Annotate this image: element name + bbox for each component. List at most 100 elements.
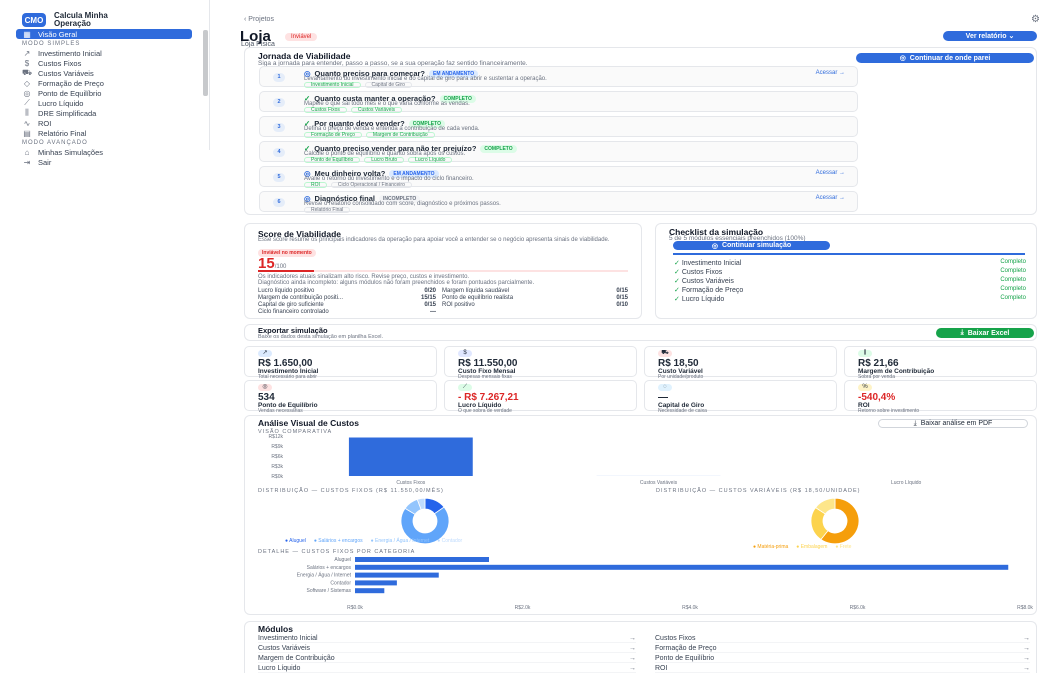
step-module-chip[interactable]: Ciclo Operacional / Financeiro — [330, 182, 412, 188]
module-link[interactable]: Formação de Preço → — [655, 645, 1030, 653]
y-tick-label: R$12k — [269, 434, 284, 440]
module-link[interactable]: Custos Fixos → — [655, 635, 1030, 643]
sidebar-item-bars[interactable]: ⫼ DRE Simplificada — [16, 108, 192, 118]
step-module-chip[interactable]: Lucro Bruto — [364, 157, 405, 163]
check-icon: ✓ — [674, 269, 680, 276]
module-link[interactable]: ROI → — [655, 665, 1030, 673]
kpi-sub: Retorno sobre investimento — [858, 408, 920, 414]
checklist-item[interactable]: ✓ Lucro Líquido Completo — [674, 295, 1026, 303]
sidebar-item-logout[interactable]: ⇥ Sair — [16, 157, 192, 167]
y-tick-label: R$0k — [271, 474, 283, 480]
sidebar-item-trend[interactable]: ↗ Investimento Inicial — [16, 48, 192, 58]
journey-step[interactable]: 2 ✓ Quanto custa manter a operação? COMPLET… — [259, 91, 858, 113]
checklist-item[interactable]: ✓ Investimento Inicial Completo — [674, 259, 1026, 267]
sidebar-item-report[interactable]: ▤ Relatório Final — [16, 128, 192, 138]
sidebar-item-target[interactable]: ◎ Ponto de Equilíbrio — [16, 88, 192, 98]
modules-title: Módulos — [258, 624, 293, 634]
sidebar-item-folder[interactable]: ⌂ Minhas Simulações — [16, 147, 192, 157]
chart-icon: ⟋ — [24, 98, 30, 107]
export-subtitle: Baixe os dados desta simulação em planil… — [258, 334, 384, 340]
step-access-link[interactable]: Acessar → — [816, 195, 845, 201]
step-module-chip[interactable]: Margem de Contribuição — [365, 132, 435, 138]
category-label: Salários + encargos — [307, 565, 352, 571]
kpi-icon: ◎ — [258, 384, 272, 391]
continue-button[interactable]: ◎ Continuar de onde parei — [856, 53, 1034, 63]
module-link[interactable]: Ponto de Equilíbrio → — [655, 655, 1030, 663]
continue-label: Continuar de onde parei — [909, 54, 991, 62]
kpi-card: ↗ R$ 1.650,00 Investimento Inicial Total ne… — [244, 346, 437, 380]
kpi-sub: Vendas necessárias — [258, 408, 303, 414]
module-link[interactable]: Investimento Inicial → — [258, 635, 636, 643]
analysis-card: Análise Visual de Custos ⤓ Baixar análise… — [244, 415, 1037, 615]
report-button[interactable]: Ver relatório ⌄ — [943, 31, 1037, 41]
x-tick-label: R$6.0k — [850, 605, 866, 611]
kpi-icon: ⫼ — [858, 350, 872, 357]
sidebar-item-chart[interactable]: ⟋ Lucro Líquido — [16, 98, 192, 108]
step-module-chip[interactable]: Custos Variáveis — [350, 107, 403, 113]
step-module-chip[interactable]: ROI — [304, 182, 327, 188]
export-card: Exportar simulação Baixe os dados desta … — [244, 324, 1037, 341]
sidebar-item-tag[interactable]: ◇ Formação de Preço — [16, 78, 192, 88]
score-criterion: Margem de contribuição positi... 15/15 — [258, 295, 436, 301]
legend-item: ● Salários + encargos — [313, 538, 363, 544]
arrow-right-icon: → — [1023, 645, 1030, 652]
breadcrumb[interactable]: ‹ Projetos — [244, 16, 274, 23]
kpi-icon: ◌ — [658, 384, 672, 391]
fixed-costs-detail-chart: Aluguel Salários + encargosEnergia / Água… — [297, 557, 1033, 611]
journey-step[interactable]: 1 ◎ Quanto preciso para começar? EM ANDAMEN… — [259, 66, 858, 88]
grid-icon: ▦ — [23, 29, 31, 39]
sidebar-item-cart[interactable]: ⛟ Custos Variáveis — [16, 68, 192, 78]
sidebar-item-pulse[interactable]: ∿ ROI — [16, 118, 192, 128]
sidebar-item-label: Custos Variáveis — [38, 68, 94, 78]
journey-step[interactable]: 5 ◎ Meu dinheiro volta? EM ANDAMENTO Avalie … — [259, 166, 858, 188]
checklist-item[interactable]: ✓ Custos Fixos Completo — [674, 268, 1026, 276]
legend-item: ● Contador — [437, 538, 463, 544]
sidebar-item-label: DRE Simplificada — [38, 108, 97, 118]
journey-step[interactable]: 6 ◎ Diagnóstico final INCOMPLETO Revise o re… — [259, 191, 858, 213]
x-tick-label: R$8.0k — [1017, 605, 1033, 611]
sidebar-scrollbar[interactable] — [203, 30, 208, 96]
module-link[interactable]: Margem de Contribuição → — [258, 655, 636, 663]
pdf-button[interactable]: ⤓ Baixar análise em PDF — [878, 419, 1028, 428]
y-tick-label: R$6k — [271, 454, 283, 460]
step-module-chip[interactable]: Relatório Final — [304, 207, 351, 213]
checklist-item[interactable]: ✓ Custos Variáveis Completo — [674, 277, 1026, 285]
continue-simulation-button[interactable]: ◎ Continuar simulação — [673, 241, 830, 250]
sidebar-section-1: MODO SIMPLES — [22, 40, 81, 47]
step-module-chip[interactable]: Capital de Giro — [364, 82, 412, 88]
category-bar — [355, 557, 489, 562]
sidebar-item-label: Custos Fixos — [38, 58, 82, 68]
legend-item: ● Matéria-prima — [753, 544, 789, 550]
score-incomplete-note: Diagnóstico ainda incompleto: alguns mód… — [258, 280, 535, 286]
arrow-right-icon: → — [629, 645, 636, 652]
journey-step[interactable]: 4 ✓ Quanto preciso vender para não ter pre… — [259, 141, 858, 163]
download-icon: ⤓ — [960, 329, 964, 336]
step-status-badge: COMPLETO — [480, 144, 517, 153]
checklist-item[interactable]: ✓ Formação de Preço Completo — [674, 286, 1026, 294]
score-bar — [258, 270, 628, 272]
step-access-link[interactable]: Acessar → — [816, 70, 845, 76]
settings-icon[interactable]: ⚙ — [1031, 14, 1040, 25]
journey-step[interactable]: 3 ✓ Por quanto devo vender? COMPLETO Defina … — [259, 116, 858, 138]
step-module-chip[interactable]: Lucro Líquido — [408, 157, 453, 163]
tag-icon: ◇ — [23, 78, 31, 88]
y-tick-label: R$3k — [271, 464, 283, 470]
sidebar-nav: ▦ Visão Geral MODO SIMPLES ↗ Investimento In… — [16, 29, 192, 167]
step-module-chip[interactable]: Investimento Inicial — [304, 82, 361, 88]
step-module-chip[interactable]: Ponto de Equilíbrio — [304, 157, 361, 163]
folder-icon: ⌂ — [24, 147, 30, 157]
excel-button[interactable]: ⤓ Baixar Excel — [936, 328, 1034, 338]
sidebar-item-grid[interactable]: ▦ Visão Geral — [16, 29, 192, 39]
step-module-chip[interactable]: Custos Fixos — [304, 107, 347, 113]
x-tick-label: R$4.0k — [682, 605, 698, 611]
module-link[interactable]: Lucro Líquido → — [258, 665, 636, 673]
category-bar — [355, 580, 397, 586]
check-icon: ✓ — [674, 260, 680, 267]
step-module-chip[interactable]: Formação de Preço — [304, 132, 362, 138]
step-access-link[interactable]: Acessar → — [816, 170, 845, 176]
checklist-status: Completo — [1000, 268, 1026, 274]
module-link[interactable]: Custos Variáveis → — [258, 645, 636, 653]
kpi-icon: ⟋ — [458, 384, 472, 391]
sidebar-item-label: Ponto de Equilíbrio — [38, 88, 102, 98]
sidebar-item-dollar[interactable]: $ Custos Fixos — [16, 58, 192, 68]
